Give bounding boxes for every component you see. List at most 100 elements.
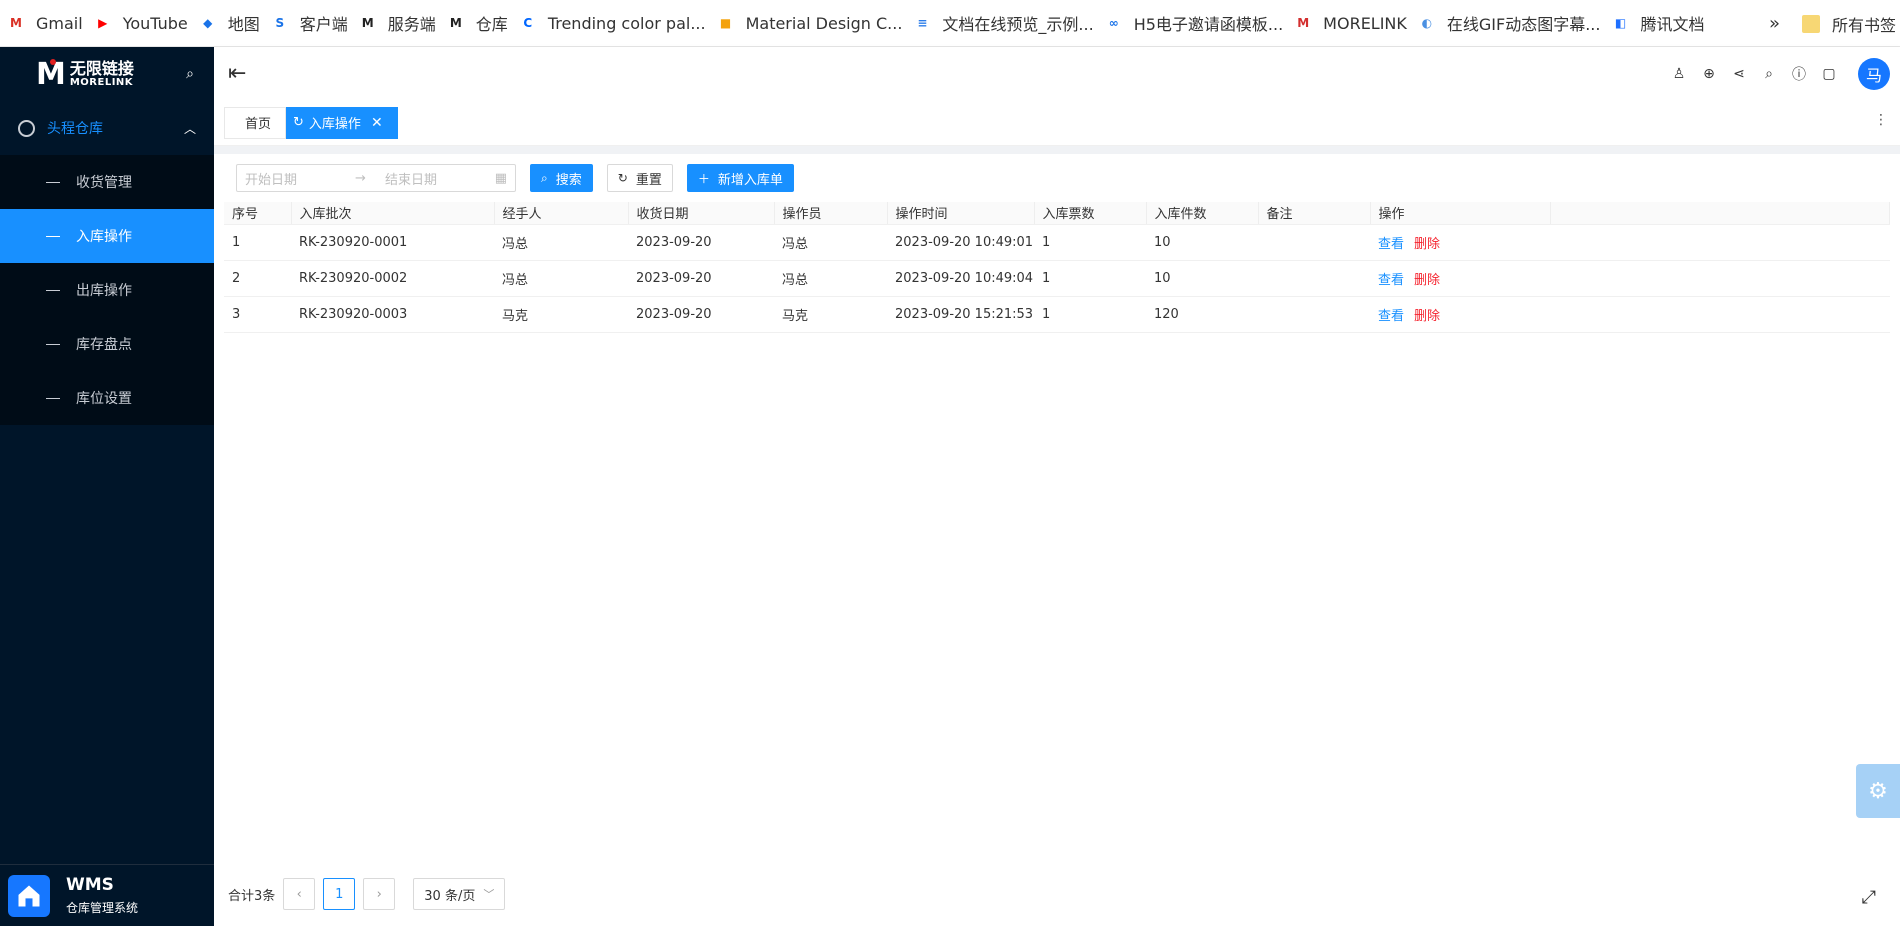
dash-icon (46, 181, 60, 183)
logo[interactable]: M 无限链接 MORELINK (36, 57, 134, 92)
sidebar-item[interactable]: 收货管理 (0, 155, 214, 209)
logo-row: M 无限链接 MORELINK ⌕ (0, 47, 214, 101)
sidebar-item[interactable]: 入库操作 (0, 209, 214, 263)
reset-button[interactable]: ↻ 重置 (606, 164, 673, 192)
bookmark-item[interactable]: M Gmail (6, 0, 93, 46)
menu-group-warehouse[interactable]: 头程仓库 ︿ (0, 101, 214, 155)
inbound-table: 序号 入库批次 经手人 收货日期 操作员 操作时间 入库票数 入库件数 备注 操作 1 RK-230… (224, 202, 1890, 333)
delete-link[interactable]: 删除 (1414, 273, 1440, 288)
next-page-button[interactable]: › (363, 878, 396, 910)
table-cell: 3 (224, 296, 291, 333)
doc-icon: ≡ (917, 16, 928, 30)
bookmark-item[interactable]: ▶ YouTube (93, 0, 198, 46)
bookmark-item[interactable]: M 服务端 (358, 0, 446, 46)
table-cell: 10 (1146, 260, 1258, 297)
bookmark-label: H5电子邀请函模板... (1133, 15, 1284, 34)
filler-cell (1550, 296, 1890, 333)
delete-link[interactable]: 删除 (1414, 237, 1440, 252)
fullscreen-icon[interactable]: ⤢ (1862, 887, 1876, 908)
share-icon[interactable]: ⋖ (1724, 66, 1754, 82)
sidebar: M 无限链接 MORELINK ⌕ 头程仓库 ︿ 收货管理入库操作出库操作库存盘… (0, 47, 214, 926)
user-switch-icon[interactable]: ♙ (1664, 66, 1694, 82)
bookmark-item[interactable]: ◧ 腾讯文档 (1610, 0, 1714, 46)
all-bookmarks-button[interactable]: 所有书签 (1801, 0, 1900, 47)
menu-fold-icon[interactable]: ⇤ (228, 61, 246, 86)
bookmark-item[interactable]: C Trending color pal... (518, 0, 716, 46)
prev-page-button[interactable]: ‹ (283, 878, 316, 910)
table-cell: RK-230920-0002 (291, 260, 494, 297)
sidebar-search-icon[interactable]: ⌕ (186, 66, 194, 82)
column-header: 收货日期 (628, 202, 775, 225)
sidebar-item[interactable]: 库位设置 (0, 371, 214, 425)
client-icon: S (275, 16, 285, 30)
actions-cell: 查看 删除 (1370, 260, 1550, 297)
column-header: 入库件数 (1146, 202, 1259, 225)
more-vertical-icon[interactable]: ⋮ (1874, 112, 1888, 128)
bookmark-item[interactable]: M MORELINK (1293, 0, 1417, 46)
bag-icon[interactable]: ▢ (1814, 66, 1844, 82)
sidebar-item[interactable]: 出库操作 (0, 263, 214, 317)
view-link[interactable]: 查看 (1378, 237, 1404, 252)
bookmark-label: 服务端 (387, 15, 436, 34)
add-inbound-button[interactable]: ＋ 新增入库单 (686, 164, 794, 192)
bookmarks-overflow-button[interactable]: » (1769, 0, 1780, 47)
filler-cell (1550, 260, 1890, 297)
avatar[interactable]: 马 (1858, 57, 1890, 90)
close-icon[interactable]: ✕ (371, 115, 383, 131)
view-link[interactable]: 查看 (1378, 273, 1404, 288)
search-button[interactable]: ⌕ 搜索 (530, 164, 593, 192)
dash-icon (46, 343, 60, 345)
date-range-picker[interactable]: 开始日期 → 结束日期 ▦ (236, 164, 516, 192)
actions-cell: 查看 删除 (1370, 224, 1550, 261)
column-header: 入库批次 (291, 202, 495, 225)
plus-icon: ＋ (697, 171, 710, 186)
end-date-input[interactable]: 结束日期 (385, 169, 495, 188)
view-link[interactable]: 查看 (1378, 309, 1404, 324)
bookmark-item[interactable]: ◆ 地图 (198, 0, 270, 46)
column-header: 入库票数 (1034, 202, 1147, 225)
table-cell: 1 (1034, 224, 1146, 261)
logo-cn: 无限链接 (69, 58, 134, 78)
bookmark-item[interactable]: S 客户端 (270, 0, 358, 46)
table-cell: 冯总 (494, 260, 628, 297)
page-number-button[interactable]: 1 (323, 878, 356, 910)
bookmark-label: 地图 (227, 15, 260, 34)
bookmark-label: YouTube (122, 13, 188, 33)
bookmark-item[interactable]: ■ Material Design C... (716, 0, 913, 46)
table-cell: 2023-09-20 (628, 296, 774, 333)
settings-gear-icon[interactable]: ⚙ (1856, 764, 1900, 818)
sidebar-item[interactable]: 库存盘点 (0, 317, 214, 371)
sidebar-item-label: 收货管理 (76, 175, 132, 191)
bookmark-item[interactable]: ≡ 文档在线预览_示例... (912, 0, 1103, 46)
table-cell (1258, 296, 1370, 333)
bookmark-item[interactable]: ∞ H5电子邀请函模板... (1104, 0, 1293, 46)
content-gap (214, 146, 1900, 154)
home-icon[interactable] (8, 874, 50, 917)
search-icon[interactable]: ⌕ (1754, 66, 1784, 82)
page-size-select[interactable]: 30 条/页 ﹀ (413, 878, 506, 910)
filler-cell (1550, 224, 1890, 261)
reload-icon: ↻ (617, 171, 628, 185)
bookmark-label: Trending color pal... (547, 13, 706, 33)
morelink-icon: M (449, 16, 462, 30)
tab-inbound[interactable]: ↻ 入库操作 ✕ (286, 106, 398, 139)
start-date-input[interactable]: 开始日期 (245, 169, 355, 188)
refresh-icon[interactable]: ↻ (293, 115, 304, 130)
bookmark-item[interactable]: ◐ 在线GIF动态图字幕... (1417, 0, 1611, 46)
table-cell: 2023-09-20 (628, 260, 774, 297)
filter-bar: 开始日期 → 结束日期 ▦ ⌕ 搜索 ↻ 重置 ＋ 新增入库单 (236, 164, 794, 192)
bookmark-item[interactable]: M 仓库 (446, 0, 518, 46)
table-cell: 120 (1146, 296, 1258, 333)
bookmark-label: 文档在线预览_示例... (942, 15, 1094, 34)
table-cell: 1 (224, 224, 291, 261)
globe-language-icon[interactable]: ⊕ (1694, 66, 1724, 82)
column-header: 操作 (1370, 202, 1551, 225)
sidebar-item-label: 出库操作 (76, 283, 132, 299)
gif-icon: ◐ (1421, 16, 1433, 30)
tab-home[interactable]: 首页 (224, 106, 287, 139)
help-icon[interactable]: ⓘ (1784, 64, 1814, 84)
table-cell: 1 (1034, 260, 1146, 297)
delete-link[interactable]: 删除 (1414, 309, 1440, 324)
sidebar-item-label: 库位设置 (76, 391, 132, 407)
material-icon: ■ (719, 16, 732, 30)
